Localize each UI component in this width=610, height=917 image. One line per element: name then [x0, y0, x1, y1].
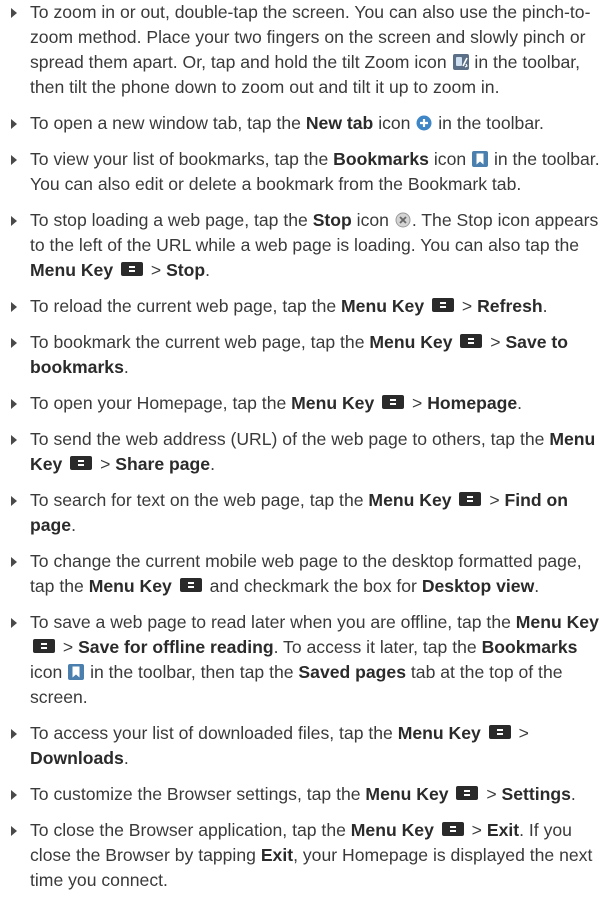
- item-text: To close the Browser application, tap th…: [30, 820, 346, 840]
- list-item-offline: To save a web page to read later when yo…: [0, 610, 610, 710]
- item-text: .: [71, 515, 76, 535]
- browser-tips-list: To zoom in or out, double-tap the screen…: [0, 0, 610, 893]
- item-text: in the toolbar, then tap the: [90, 662, 294, 682]
- list-item-refresh: To reload the current web page, tap the …: [0, 294, 610, 319]
- new-tab-term: New tab: [305, 113, 374, 133]
- list-item-save-bookmark: To bookmark the current web page, tap th…: [0, 330, 610, 380]
- list-item-settings: To customize the Browser settings, tap t…: [0, 782, 610, 807]
- new-tab-icon: [416, 115, 432, 131]
- separator: >: [490, 332, 501, 352]
- menu-key-icon: [382, 395, 405, 409]
- item-text: To bookmark the current web page, tap th…: [30, 332, 365, 352]
- manual-page: To zoom in or out, double-tap the screen…: [0, 0, 610, 917]
- menu-key-term: Menu Key: [397, 723, 481, 743]
- item-text: To access your list of downloaded files,…: [30, 723, 393, 743]
- item-text: in the toolbar.: [438, 113, 544, 133]
- item-text: .: [123, 748, 129, 768]
- menu-key-term: Menu Key: [88, 576, 172, 596]
- exit-term: Exit: [260, 845, 294, 865]
- item-text: .: [542, 296, 548, 316]
- separator: >: [62, 637, 74, 657]
- separator: >: [471, 820, 482, 840]
- menu-key-icon: [441, 822, 464, 836]
- bookmarks-term: Bookmarks: [333, 149, 429, 169]
- list-item-homepage: To open your Homepage, tap the Menu Key …: [0, 391, 610, 416]
- menu-key-icon: [70, 456, 93, 470]
- saved-pages-term: Saved pages: [298, 662, 406, 682]
- item-text: .: [210, 454, 215, 474]
- item-text: .: [205, 260, 211, 280]
- list-item-zoom: To zoom in or out, double-tap the screen…: [0, 0, 610, 100]
- item-text: To reload the current web page, tap the: [30, 296, 337, 316]
- item-text: icon: [30, 662, 63, 682]
- item-text: To save a web page to read later when yo…: [30, 612, 511, 632]
- item-text: To search for text on the web page, tap …: [30, 490, 364, 510]
- list-item-stop: To stop loading a web page, tap the Stop…: [0, 208, 610, 283]
- menu-key-term: Menu Key: [368, 490, 452, 510]
- item-text: To open a new window tab, tap the: [30, 113, 301, 133]
- homepage-term: Homepage: [427, 393, 518, 413]
- menu-key-icon: [456, 786, 479, 800]
- bookmarks-icon: [472, 151, 489, 167]
- item-text: To view your list of bookmarks, tap the: [30, 149, 329, 169]
- share-page-term: Share page: [115, 454, 211, 474]
- item-text: icon: [378, 113, 411, 133]
- separator: >: [150, 260, 162, 280]
- item-text: To customize the Browser settings, tap t…: [30, 784, 361, 804]
- menu-key-term: Menu Key: [30, 260, 114, 280]
- menu-key-term: Menu Key: [341, 296, 425, 316]
- item-text: . To access it later, tap the: [273, 637, 477, 657]
- item-text: .: [517, 393, 523, 413]
- menu-key-term: Menu Key: [515, 612, 599, 632]
- item-text: To send the web address (URL) of the web…: [30, 429, 545, 449]
- list-item-new-tab: To open a new window tab, tap the New ta…: [0, 111, 610, 136]
- settings-term: Settings: [501, 784, 571, 804]
- list-item-share: To send the web address (URL) of the web…: [0, 427, 610, 477]
- list-item-desktop-view: To change the current mobile web page to…: [0, 549, 610, 599]
- menu-key-term: Menu Key: [291, 393, 375, 413]
- separator: >: [486, 784, 497, 804]
- item-text: .: [534, 576, 540, 596]
- item-text: To open your Homepage, tap the: [30, 393, 287, 413]
- item-text: .: [123, 357, 129, 377]
- list-item-bookmarks: To view your list of bookmarks, tap the …: [0, 147, 610, 197]
- menu-key-icon: [121, 262, 143, 276]
- list-item-downloads: To access your list of downloaded files,…: [0, 721, 610, 771]
- save-offline-term: Save for offline reading: [78, 637, 274, 657]
- separator: >: [489, 490, 500, 510]
- stop-term: Stop: [312, 210, 352, 230]
- menu-key-term: Menu Key: [350, 820, 434, 840]
- item-text: icon: [356, 210, 389, 230]
- separator: >: [461, 296, 473, 316]
- menu-key-icon: [488, 725, 511, 739]
- exit-term: Exit: [486, 820, 520, 840]
- menu-key-icon: [459, 492, 482, 506]
- bookmarks-icon: [68, 664, 85, 680]
- separator: >: [412, 393, 423, 413]
- menu-key-icon: [432, 298, 455, 312]
- item-text: and checkmark the box for: [209, 576, 417, 596]
- item-text: To stop loading a web page, tap the: [30, 210, 308, 230]
- menu-key-icon: [460, 334, 483, 348]
- item-text: .: [570, 784, 576, 804]
- separator: >: [100, 454, 111, 474]
- bookmarks-term: Bookmarks: [481, 637, 578, 657]
- list-item-find: To search for text on the web page, tap …: [0, 488, 610, 538]
- downloads-term: Downloads: [30, 748, 124, 768]
- refresh-term: Refresh: [477, 296, 543, 316]
- stop-icon: [395, 212, 411, 228]
- desktop-view-term: Desktop view: [421, 576, 535, 596]
- menu-key-term: Menu Key: [369, 332, 453, 352]
- menu-key-term: Menu Key: [365, 784, 449, 804]
- separator: >: [518, 723, 529, 743]
- menu-key-icon: [33, 639, 55, 653]
- item-text: icon: [433, 149, 467, 169]
- menu-key-icon: [179, 578, 202, 592]
- stop-term: Stop: [166, 260, 206, 280]
- list-item-exit: To close the Browser application, tap th…: [0, 818, 610, 893]
- tilt-zoom-icon: [452, 54, 469, 70]
